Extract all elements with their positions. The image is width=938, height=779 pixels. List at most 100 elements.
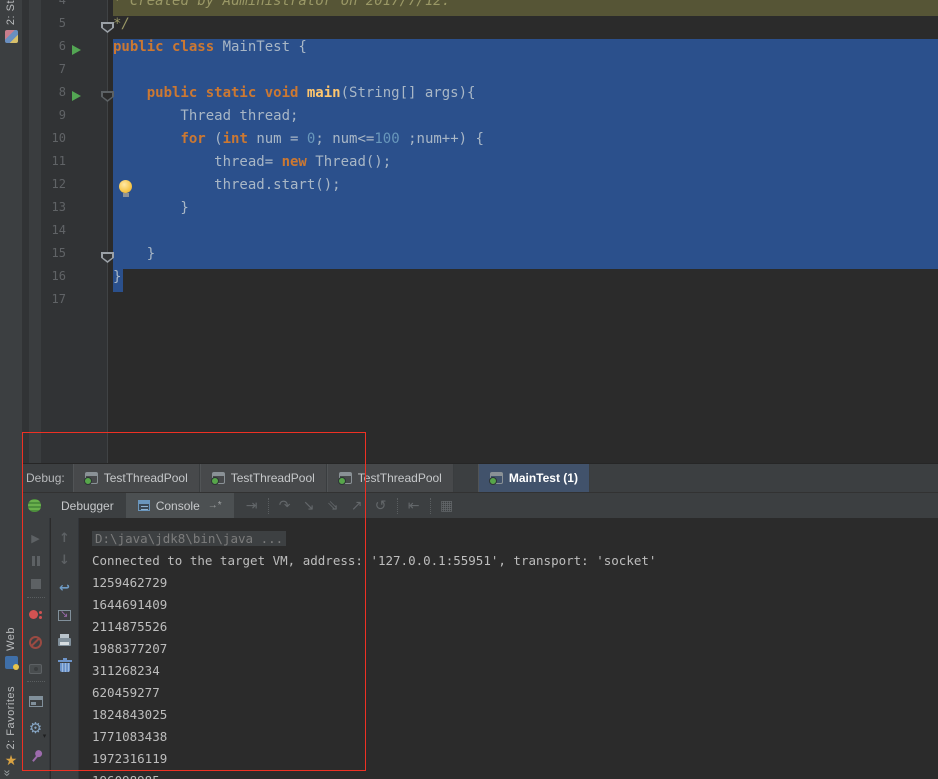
debug-session-tab[interactable]: TestThreadPool (326, 464, 454, 492)
sidebar-item-structure[interactable]: 2: St (0, 0, 22, 44)
step-out-icon[interactable]: ↗ (345, 498, 369, 514)
debug-side-toolbar: ▶ ⚙ (22, 518, 50, 779)
code-token: Thread thread; (113, 108, 299, 124)
console-line: 1259462729 (92, 575, 168, 590)
console-output-indicator: →* (207, 500, 222, 511)
debug-tool-window: Debug: TestThreadPool TestThreadPool TestT… (22, 463, 938, 779)
code-token: (String[] args){ (340, 85, 476, 101)
line-number: 10 (51, 131, 66, 145)
thread-dump-icon (29, 664, 42, 674)
line-number: 12 (51, 177, 66, 191)
run-gutter-icon[interactable] (72, 45, 81, 55)
up-stack-trace-button[interactable]: ↑ (56, 529, 74, 547)
drop-frame-icon[interactable]: ↺ (369, 498, 393, 514)
code-line: public static void main(String[] args){ (113, 85, 476, 108)
run-gutter-icon[interactable] (72, 91, 81, 101)
structure-label: 2: St (5, 0, 17, 26)
debug-bug-icon (28, 499, 41, 512)
debug-tabbar: Debug: TestThreadPool TestThreadPool TestT… (22, 464, 938, 492)
debug-tab-icon (210, 472, 225, 485)
clear-all-button[interactable] (56, 656, 74, 674)
console-side-toolbar: ↑ ↓ ↩ (51, 518, 79, 779)
code-line: public class MainTest { (113, 39, 307, 62)
mute-breakpoints-button[interactable] (27, 633, 45, 651)
code-token: ; num<= (315, 131, 375, 147)
show-execution-point-icon[interactable]: ⇥ (240, 498, 264, 514)
soft-wrap-icon: ↩ (59, 580, 70, 596)
debugger-toolbar: Debugger Console →* ⇥ ↷ ↘ ⇘ ↗ ↺ ⇤ ▦ (22, 492, 938, 518)
run-to-cursor-icon[interactable]: ⇤ (402, 498, 426, 514)
favorites-label: 2: Favorites (5, 686, 17, 750)
tab-label: MainTest (1) (508, 471, 578, 485)
code-line: * Created by Administrator on 2017/7/12. (113, 0, 450, 16)
soft-wrap-button[interactable]: ↩ (56, 579, 74, 597)
console-line: Connected to the target VM, address: '12… (92, 553, 657, 568)
debug-session-tab[interactable]: TestThreadPool (72, 464, 200, 492)
pause-button[interactable] (27, 552, 45, 570)
stepping-toolbar: ⇥ ↷ ↘ ⇘ ↗ ↺ ⇤ ▦ (240, 493, 459, 518)
stop-button[interactable] (27, 575, 45, 593)
code-token: } (113, 200, 189, 216)
console-line: 1972316119 (92, 751, 168, 766)
pin-tab-icon (26, 746, 46, 766)
line-number: 9 (58, 108, 66, 122)
stripe-overflow-chevron[interactable]: » (0, 770, 14, 777)
left-tool-stripe: 2: St Web 2: Favorites ★ » (0, 0, 22, 779)
web-label: Web (5, 627, 17, 651)
toolbar-separator (27, 597, 45, 598)
line-number: 13 (51, 200, 66, 214)
code-line: */ (113, 16, 130, 39)
code-token: ( (214, 131, 223, 147)
line-number: 16 (51, 269, 66, 283)
resume-icon: ▶ (31, 531, 40, 545)
console-line: 1644691409 (92, 597, 168, 612)
sidebar-item-web[interactable]: Web (0, 627, 22, 670)
print-icon (58, 633, 71, 646)
debug-tab-icon (83, 472, 98, 485)
resume-button[interactable]: ▶ (27, 529, 45, 547)
down-stack-trace-icon: ↓ (59, 552, 70, 568)
line-number: 8 (58, 85, 66, 99)
code-editor[interactable]: 4 * Created by Administrator on 2017/7/12… (22, 0, 938, 463)
force-step-into-icon[interactable]: ⇘ (321, 498, 345, 514)
code-token: for (180, 131, 215, 147)
console-tab-icon (137, 500, 150, 511)
code-line: } (113, 200, 189, 223)
down-stack-trace-button[interactable]: ↓ (56, 551, 74, 569)
sidebar-item-favorites[interactable]: 2: Favorites ★ (0, 686, 22, 767)
restore-layout-button[interactable] (27, 692, 45, 710)
pin-tab-button[interactable] (27, 747, 45, 765)
code-token: 100 (374, 131, 400, 147)
console-output[interactable]: D:\java\jdk8\bin\java ... Connected to th… (80, 518, 938, 779)
settings-button[interactable]: ⚙ (27, 719, 47, 740)
code-token: * Created by Administrator on 2017/7/12. (113, 0, 451, 9)
command-line-text: D:\java\jdk8\bin\java ... (92, 531, 287, 546)
thread-dump-button[interactable] (27, 660, 45, 678)
debug-tab-icon (488, 472, 503, 485)
tab-console[interactable]: Console →* (125, 493, 234, 518)
evaluate-expression-icon[interactable]: ▦ (435, 498, 459, 514)
debug-content: ▶⚙ ↑↓↩ D:\java\jdk8\bin\java ...Connecte… (22, 518, 938, 779)
code-token: public static void (146, 85, 307, 101)
code-token: num = (247, 131, 307, 147)
console-line: 1771083438 (92, 729, 168, 744)
debug-session-tab[interactable]: TestThreadPool (199, 464, 327, 492)
code-token: } (113, 269, 122, 285)
step-into-icon[interactable]: ↘ (297, 498, 321, 514)
scroll-to-end-button[interactable] (56, 606, 74, 624)
debug-session-tab[interactable]: MainTest (1) (477, 464, 590, 492)
toolbar-separator (429, 497, 431, 514)
tab-debugger[interactable]: Debugger (49, 493, 126, 518)
up-stack-trace-icon: ↑ (59, 530, 70, 546)
restore-layout-icon (28, 695, 43, 707)
structure-icon (4, 30, 18, 44)
print-button[interactable] (56, 630, 74, 648)
line-number: 17 (51, 292, 66, 306)
view-breakpoints-button[interactable] (27, 606, 45, 624)
step-over-icon[interactable]: ↷ (273, 498, 297, 514)
code-line: } (113, 246, 155, 269)
code-line: } (113, 269, 121, 292)
code-token: thread= (113, 154, 282, 170)
pause-icon (31, 556, 40, 566)
